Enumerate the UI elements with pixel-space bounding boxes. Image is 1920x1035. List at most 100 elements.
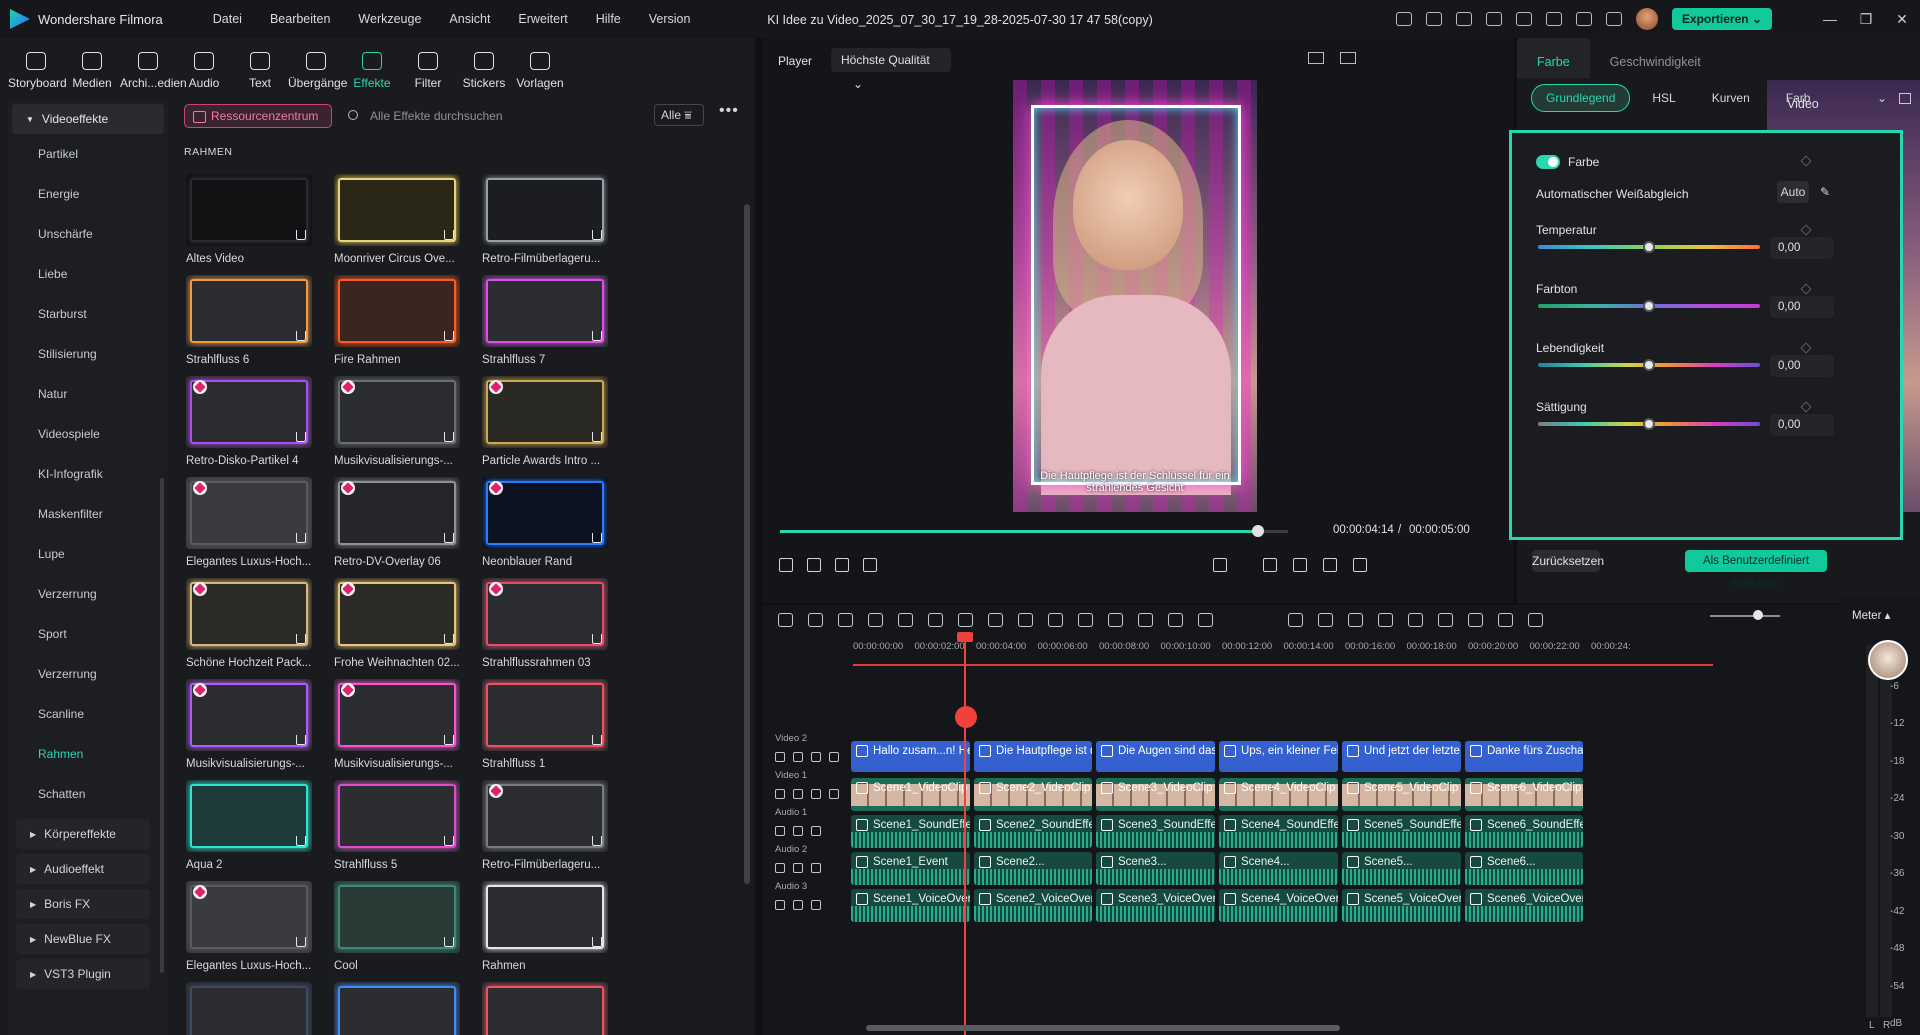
download-icon[interactable]	[592, 735, 602, 745]
record-icon[interactable]	[1378, 613, 1393, 627]
ai-icon[interactable]	[1168, 613, 1183, 627]
audio-clip[interactable]: Scene5_VoiceOver	[1342, 889, 1461, 922]
download-icon[interactable]	[444, 533, 454, 543]
sidebar-item-lupe[interactable]: Lupe	[8, 534, 168, 574]
mark-icon[interactable]	[1213, 558, 1227, 572]
select-icon[interactable]	[808, 613, 823, 627]
effect-card[interactable]: Retro-DV-Overlay 06	[334, 477, 464, 579]
effects-scrollbar[interactable]	[744, 204, 750, 884]
color-icon[interactable]	[1078, 613, 1093, 627]
snapshot-view-icon[interactable]	[1340, 52, 1356, 64]
keyframe-icon[interactable]	[1800, 224, 1812, 236]
sidebar-group-körpereffekte[interactable]: ▶ Körpereffekte	[16, 819, 150, 849]
text-clip[interactable]: Und jetzt der letzte S...	[1342, 741, 1461, 772]
text-icon[interactable]	[1018, 613, 1033, 627]
eyedropper-icon[interactable]: ✎	[1820, 185, 1830, 199]
cut-icon[interactable]	[928, 613, 943, 627]
audio-clip[interactable]: Scene4_VoiceOver	[1219, 889, 1338, 922]
scissors-icon[interactable]	[955, 706, 977, 728]
tab-geschwindigkeit[interactable]: Geschwindigkeit	[1590, 38, 1721, 78]
redo-icon[interactable]	[868, 613, 883, 627]
keyframe-icon[interactable]	[1800, 342, 1812, 354]
effect-card[interactable]: Fire Rahmen	[334, 275, 464, 377]
sidebar-item-starburst[interactable]: Starburst	[8, 294, 168, 334]
text-clip[interactable]: Die Augen sind das ...	[1096, 741, 1215, 772]
text-clip[interactable]: Ups, ein kleiner Fehle...	[1219, 741, 1338, 772]
cloud-icon[interactable]	[1545, 12, 1562, 26]
sidebar-item-verzerrung[interactable]: Verzerrung	[8, 654, 168, 694]
sidebar-head-videoeffekte[interactable]: ▼ Videoeffekte	[12, 104, 164, 134]
download-icon[interactable]	[296, 432, 306, 442]
effect-card[interactable]: Elegantes Luxus-Hoch...	[186, 477, 316, 579]
playhead-handle[interactable]	[957, 632, 973, 642]
resource-center-button[interactable]: Ressourcenzentrum	[184, 104, 332, 128]
effect-card[interactable]: Strahlfluss 1	[482, 679, 612, 781]
playhead[interactable]	[964, 632, 966, 1035]
subtab-grundlegend[interactable]: Grundlegend	[1531, 84, 1631, 112]
tool-text[interactable]: Text	[232, 46, 288, 90]
download-icon[interactable]	[592, 533, 602, 543]
download-icon[interactable]	[444, 331, 454, 341]
crop-icon[interactable]	[958, 613, 973, 627]
timeline-ruler[interactable]: 00:00:00:00 00:00:02:00 00:00:04:00 00:00:0…	[853, 641, 1823, 665]
more-icon[interactable]	[1198, 613, 1213, 627]
menu-item-ansicht[interactable]: Ansicht	[435, 12, 504, 26]
effect-card[interactable]: Moonriver Circus Ove...	[334, 174, 464, 276]
subtab-kurven[interactable]: Kurven	[1698, 85, 1764, 111]
effect-card[interactable]: Neonblauer Rand	[482, 477, 612, 579]
export-button[interactable]: Exportieren ⌄	[1671, 8, 1772, 30]
tool-übergänge[interactable]: Übergänge	[288, 46, 347, 90]
render-icon[interactable]	[1348, 613, 1363, 627]
display-icon[interactable]	[1263, 558, 1277, 572]
text-clip[interactable]: Hallo zusam...n! He...	[851, 741, 970, 772]
sidebar-item-ki-infografik[interactable]: KI-Infografik	[8, 454, 168, 494]
menu-item-hilfe[interactable]: Hilfe	[582, 12, 635, 26]
speaker-icon[interactable]	[793, 789, 803, 799]
reset-button[interactable]: Zurücksetzen	[1532, 550, 1604, 572]
sidebar-item-verzerrung[interactable]: Verzerrung	[8, 574, 168, 614]
effect-card[interactable]	[482, 982, 612, 1035]
keyframe-icon[interactable]	[1800, 155, 1812, 167]
tool-medien[interactable]: Medien	[64, 46, 120, 90]
folder-icon[interactable]	[775, 752, 785, 762]
effect-card[interactable]: Elegantes Luxus-Hoch...	[186, 881, 316, 983]
audio-clip[interactable]: Scene6_VoiceOver	[1465, 889, 1583, 922]
audio-edit-icon[interactable]	[1468, 613, 1483, 627]
speed-icon[interactable]	[1108, 613, 1123, 627]
folder-icon[interactable]	[775, 863, 785, 873]
timeline-scrollbar[interactable]	[866, 1025, 1340, 1031]
replace-icon[interactable]	[1498, 613, 1513, 627]
meter-dropdown[interactable]: Meter ▴	[1852, 608, 1890, 622]
subtab-farb[interactable]: Farb	[1772, 85, 1825, 111]
slider-lebendigkeit[interactable]	[1538, 359, 1760, 371]
wand-icon[interactable]	[829, 752, 839, 762]
download-icon[interactable]	[592, 432, 602, 442]
download-icon[interactable]	[444, 937, 454, 947]
effect-card[interactable]: Frohe Weihnachten 02...	[334, 578, 464, 680]
effect-card[interactable]	[334, 982, 464, 1035]
effect-card[interactable]: Rahmen	[482, 881, 612, 983]
folder-icon[interactable]	[775, 826, 785, 836]
text-clip[interactable]: Die Hautpflege ist de...	[974, 741, 1092, 772]
video-clip[interactable]: Scene1_VideoClip	[851, 778, 970, 811]
audio-clip[interactable]: Scene2_SoundEffect	[974, 815, 1092, 848]
speaker-icon[interactable]	[793, 900, 803, 910]
eye-icon[interactable]	[811, 789, 821, 799]
send-icon[interactable]	[1425, 12, 1442, 26]
effect-card[interactable]: Strahlfluss 7	[482, 275, 612, 377]
effect-card[interactable]: Retro-Disko-Partikel 4	[186, 376, 316, 478]
effect-card[interactable]: Retro-Filmüberlageru...	[482, 780, 612, 882]
sidebar-item-unschärfe[interactable]: Unschärfe	[8, 214, 168, 254]
sidebar-item-maskenfilter[interactable]: Maskenfilter	[8, 494, 168, 534]
audio-clip[interactable]: Scene5...	[1342, 852, 1461, 885]
sidebar-scrollbar[interactable]	[160, 478, 164, 973]
download-icon[interactable]	[592, 937, 602, 947]
more-options-icon[interactable]: •••	[719, 102, 739, 120]
audio-clip[interactable]: Scene1_SoundEffect	[851, 815, 970, 848]
download-icon[interactable]	[296, 937, 306, 947]
slider-knob[interactable]	[1643, 359, 1655, 371]
grid-icon[interactable]	[1605, 12, 1622, 26]
video-clip[interactable]: Scene3_VideoClip	[1096, 778, 1215, 811]
gift-icon[interactable]	[1395, 12, 1412, 26]
panel-toggle-icon[interactable]	[1899, 92, 1911, 104]
